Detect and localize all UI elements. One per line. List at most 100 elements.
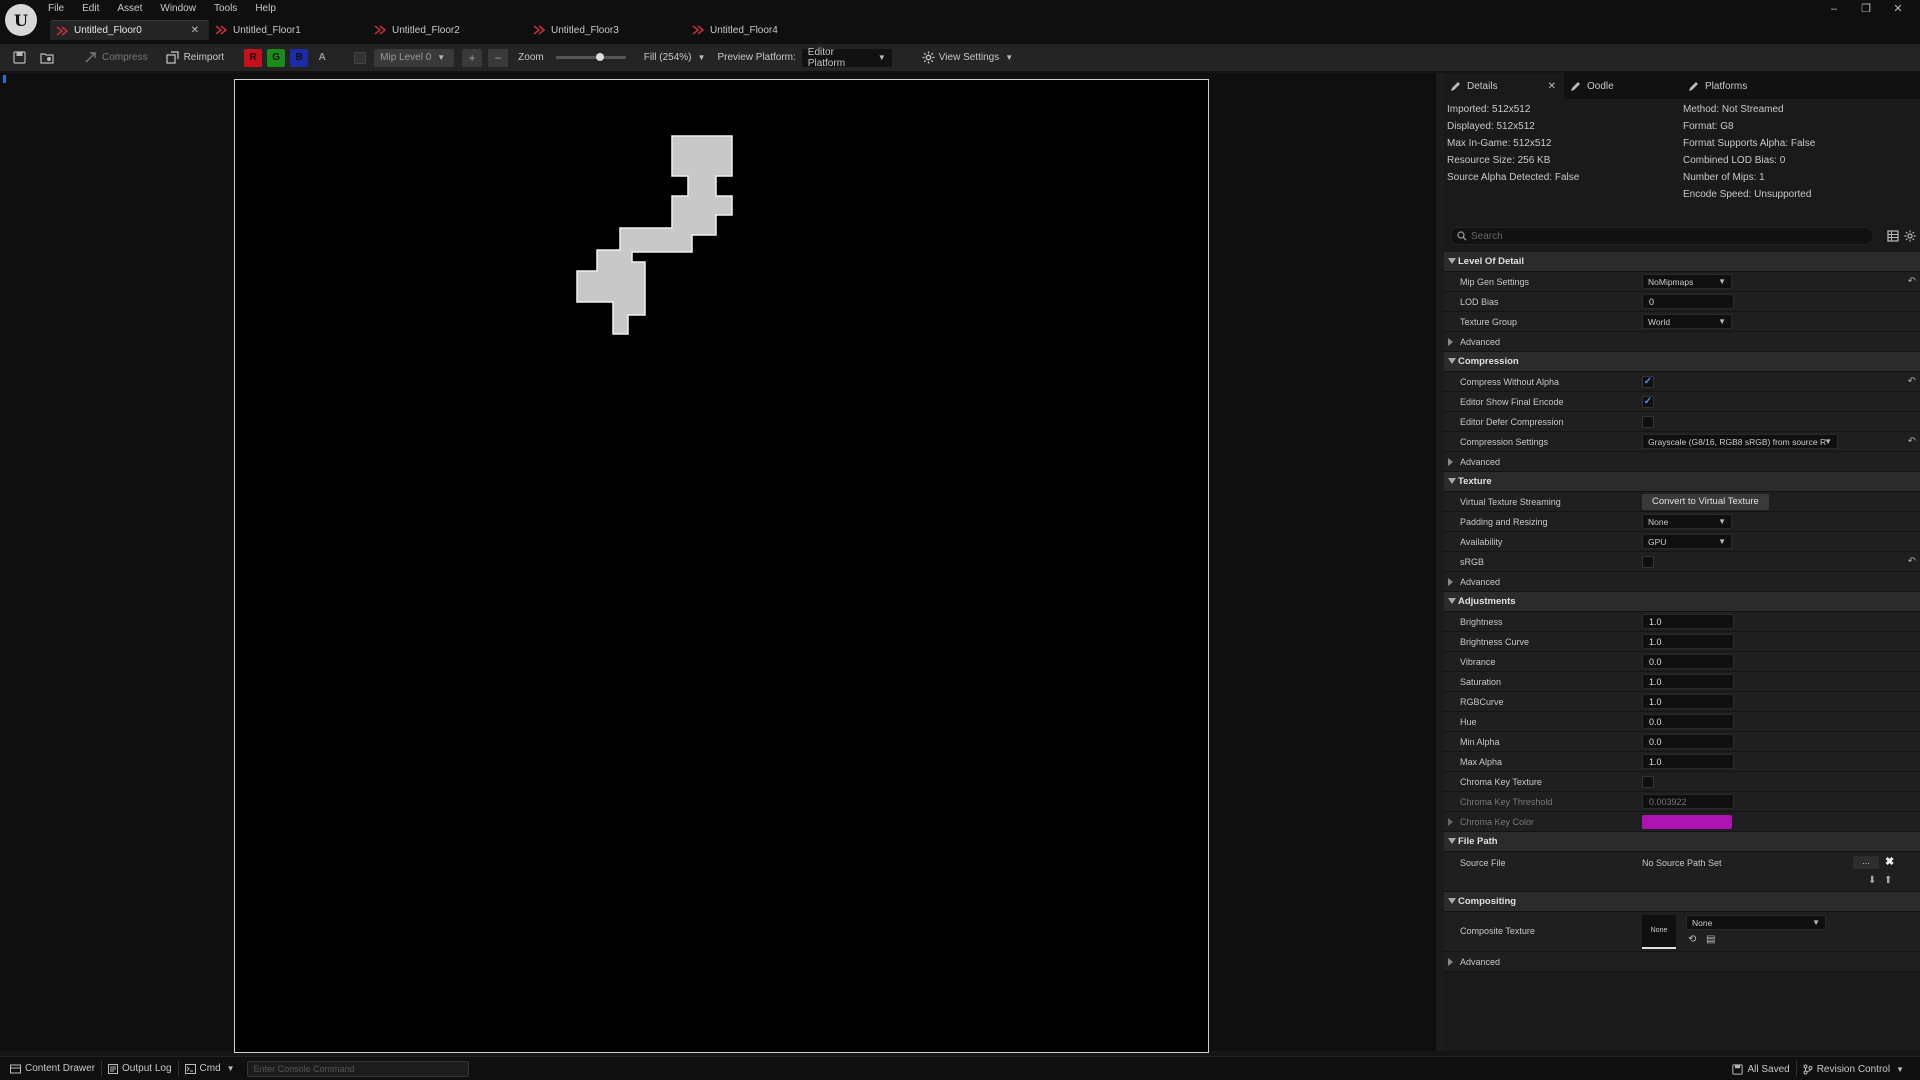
advanced-compression-row[interactable]: Advanced [1444, 452, 1920, 472]
preview-platform-dropdown[interactable]: Editor Platform ▼ [801, 47, 892, 69]
menu-asset[interactable]: Asset [117, 2, 142, 16]
reset-to-default-icon[interactable]: ↶ [1908, 376, 1916, 387]
import-down-icon[interactable]: ⬇ [1868, 875, 1876, 886]
browse-asset-icon[interactable] [40, 51, 54, 65]
advanced-texture-row[interactable]: Advanced [1444, 572, 1920, 592]
menu-help[interactable]: Help [255, 2, 276, 16]
save-icon[interactable] [12, 51, 26, 65]
channel-a-toggle[interactable]: A [313, 49, 331, 67]
restore-icon[interactable]: ❐ [1850, 2, 1882, 16]
composite-texture-thumbnail[interactable]: None [1642, 915, 1676, 949]
editor-defer-compression-checkbox[interactable] [1642, 415, 1654, 428]
section-file-path[interactable]: File Path [1444, 832, 1920, 852]
console-command-input[interactable] [246, 1060, 469, 1077]
gear-icon[interactable] [1904, 230, 1916, 242]
chroma-key-color-swatch[interactable] [1642, 814, 1732, 829]
brightness-curve-input[interactable]: 1.0 [1642, 634, 1734, 649]
prop-name: RGBCurve [1460, 696, 1504, 707]
cmd-dropdown[interactable]: Cmd ▼ [179, 1059, 241, 1079]
grid-view-icon[interactable] [1887, 230, 1899, 242]
search-input[interactable] [1471, 229, 1861, 243]
brightness-input[interactable]: 1.0 [1642, 614, 1734, 629]
section-adjustments[interactable]: Adjustments [1444, 592, 1920, 612]
mip-gen-settings-dropdown[interactable]: NoMipmaps ▼ [1642, 274, 1732, 289]
close-window-icon[interactable]: ✕ [1882, 2, 1914, 16]
channel-r-toggle[interactable]: R [244, 48, 263, 67]
browse-asset-icon[interactable]: ▤ [1706, 934, 1715, 945]
panel-splitter[interactable] [1436, 73, 1444, 1051]
tab-platforms[interactable]: Platforms [1682, 73, 1918, 99]
details-search-row [1450, 227, 1918, 245]
tab-untitled-floor3[interactable]: Untitled_Floor3 [527, 20, 686, 40]
srgb-checkbox[interactable] [1642, 555, 1654, 568]
menu-window[interactable]: Window [160, 2, 196, 16]
mip-increase-button[interactable]: + [462, 48, 483, 67]
unreal-logo-icon[interactable]: U [5, 4, 37, 36]
zoom-slider-knob[interactable] [596, 53, 605, 61]
revision-control-icon [1803, 1064, 1813, 1074]
chroma-key-texture-checkbox[interactable] [1642, 775, 1654, 788]
mip-decrease-button[interactable]: − [488, 48, 509, 67]
prop-name: Hue [1460, 716, 1477, 727]
composite-texture-dropdown[interactable]: None ▼ [1686, 915, 1826, 930]
prop-source-file: Source File No Source Path Set ... ✖ ⬇ ⬆ [1444, 852, 1920, 892]
use-selected-asset-icon[interactable]: ⟲ [1688, 934, 1696, 945]
tab-untitled-floor0[interactable]: Untitled_Floor0 ✕ [50, 20, 209, 40]
section-compression[interactable]: Compression [1444, 352, 1920, 372]
compression-settings-dropdown[interactable]: Grayscale (G8/16, RGB8 sRGB) from source… [1642, 434, 1838, 449]
editor-show-final-encode-checkbox[interactable] [1642, 395, 1654, 408]
menu-edit[interactable]: Edit [82, 2, 99, 16]
channel-g-toggle[interactable]: G [267, 48, 286, 67]
export-up-icon[interactable]: ⬆ [1884, 875, 1892, 886]
close-icon[interactable]: ✕ [1548, 81, 1556, 92]
info-format-supports-alpha: Format Supports Alpha: False [1683, 138, 1816, 149]
section-label: Level Of Detail [1458, 256, 1524, 267]
browse-source-button[interactable]: ... [1853, 856, 1879, 869]
mip-level-dropdown[interactable]: Mip Level 0 ▼ [374, 48, 455, 67]
mip-level-checkbox[interactable] [354, 51, 367, 64]
view-settings-button[interactable]: View Settings ▼ [916, 48, 1019, 68]
close-icon[interactable]: ✕ [191, 25, 199, 36]
content-drawer-button[interactable]: Content Drawer [4, 1059, 101, 1079]
all-saved-button[interactable]: All Saved [1726, 1059, 1795, 1079]
reset-to-default-icon[interactable]: ↶ [1908, 436, 1916, 447]
compress-button[interactable]: Compress [78, 48, 154, 68]
info-imported: Imported: 512x512 [1447, 104, 1531, 115]
zoom-slider[interactable] [555, 53, 626, 61]
compress-without-alpha-checkbox[interactable] [1642, 375, 1654, 388]
tab-untitled-floor4[interactable]: Untitled_Floor4 [686, 20, 845, 40]
saturation-input[interactable]: 1.0 [1642, 674, 1734, 689]
convert-to-virtual-texture-button[interactable]: Convert to Virtual Texture [1642, 493, 1769, 510]
texture-group-dropdown[interactable]: World ▼ [1642, 314, 1732, 329]
tab-untitled-floor1[interactable]: Untitled_Floor1 [209, 20, 368, 40]
lod-bias-input[interactable]: 0 [1642, 294, 1734, 309]
availability-dropdown[interactable]: GPU ▼ [1642, 534, 1732, 549]
revision-control-button[interactable]: Revision Control ▼ [1797, 1059, 1910, 1079]
hue-input[interactable]: 0.0 [1642, 714, 1734, 729]
channel-b-toggle[interactable]: B [290, 48, 309, 67]
tab-untitled-floor2[interactable]: Untitled_Floor2 [368, 20, 527, 40]
menu-tools[interactable]: Tools [214, 2, 237, 16]
max-alpha-input[interactable]: 1.0 [1642, 754, 1734, 769]
texture-viewport[interactable] [0, 73, 1436, 1053]
section-compositing[interactable]: Compositing [1444, 892, 1920, 912]
minimize-icon[interactable]: – [1818, 2, 1850, 16]
rgbcurve-input[interactable]: 1.0 [1642, 694, 1734, 709]
section-level-of-detail[interactable]: Level Of Detail [1444, 252, 1920, 272]
section-texture[interactable]: Texture [1444, 472, 1920, 492]
clear-icon[interactable]: ✖ [1885, 855, 1894, 868]
fill-dropdown[interactable]: Fill (254%) ▼ [638, 48, 712, 68]
advanced-compositing-row[interactable]: Advanced [1444, 952, 1920, 972]
tab-oodle[interactable]: Oodle [1564, 73, 1682, 99]
reimport-button[interactable]: Reimport [160, 48, 231, 68]
reset-to-default-icon[interactable]: ↶ [1908, 276, 1916, 287]
advanced-lod-row[interactable]: Advanced [1444, 332, 1920, 352]
menu-file[interactable]: File [48, 2, 64, 16]
min-alpha-input[interactable]: 0.0 [1642, 734, 1734, 749]
padding-and-resizing-dropdown[interactable]: None ▼ [1642, 514, 1732, 529]
reset-to-default-icon[interactable]: ↶ [1908, 556, 1916, 567]
vibrance-input[interactable]: 0.0 [1642, 654, 1734, 669]
output-log-button[interactable]: Output Log [102, 1059, 177, 1079]
tab-details[interactable]: Details ✕ [1444, 73, 1564, 99]
texture-preview[interactable] [234, 79, 1209, 1053]
